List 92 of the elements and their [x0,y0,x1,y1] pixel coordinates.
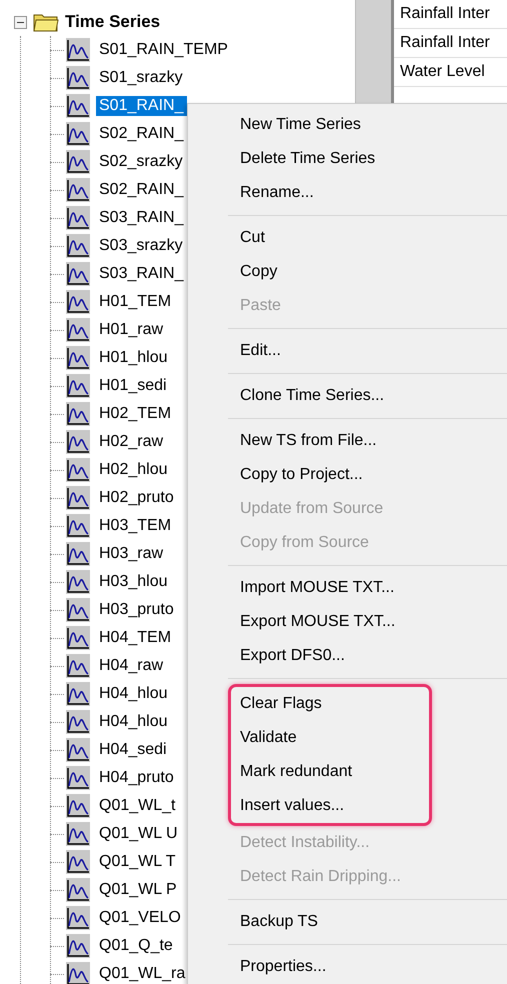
chart-icon [66,738,90,762]
menu-item[interactable]: Cut [228,221,277,255]
tree-item[interactable]: Q01_VELO [96,908,184,928]
chart-icon [66,150,90,174]
tree-item[interactable]: H03_pruto [96,600,177,620]
tree-item[interactable]: H02_pruto [96,488,177,508]
tree-item[interactable]: H03_TEM [96,516,174,536]
menu-item[interactable]: New Time Series [228,108,373,142]
tree-item[interactable]: Q01_WL U [96,824,181,844]
tree-item[interactable]: S02_RAIN_ [96,180,186,200]
menu-item[interactable]: Export MOUSE TXT... [228,605,408,639]
tree-item[interactable]: S01_RAIN_TEMP [96,40,231,60]
list-cell: Rainfall Inter [394,29,507,58]
tree-item[interactable]: H04_pruto [96,768,177,788]
chart-icon [66,878,90,902]
chart-icon [66,934,90,958]
list-cell: Rainfall Inter [394,0,507,29]
chart-icon [66,822,90,846]
tree-item[interactable]: S01_srazky [96,68,186,88]
menu-item[interactable]: New TS from File... [228,424,389,458]
chart-icon [66,458,90,482]
menu-item[interactable]: Clear Flags [231,687,334,721]
tree-root-label[interactable]: Time Series [65,12,160,32]
collapse-toggle[interactable] [14,16,27,28]
chart-icon [66,710,90,734]
menu-item[interactable]: Import MOUSE TXT... [228,571,406,605]
chart-icon [66,906,90,930]
tree-item[interactable]: S02_RAIN_ [96,124,186,144]
tree-item[interactable]: S03_RAIN_ [96,208,186,228]
chart-icon [66,66,90,90]
menu-item[interactable]: Properties... [228,950,338,984]
chart-icon [66,290,90,314]
chart-icon [66,766,90,790]
chart-icon [66,318,90,342]
menu-item[interactable]: Rename... [228,176,326,210]
tree-item[interactable]: H04_sedi [96,740,170,760]
chart-icon [66,346,90,370]
tree-item[interactable]: H01_hlou [96,348,170,368]
tree-item[interactable]: H02_raw [96,432,166,452]
menu-item[interactable]: Validate [231,721,309,755]
chart-icon [66,430,90,454]
tree-item[interactable]: H04_hlou [96,684,170,704]
chart-icon [66,94,90,118]
tree-item[interactable]: H01_TEM [96,292,174,312]
chart-icon [66,206,90,230]
tree-item[interactable]: H01_sedi [96,376,170,396]
chart-icon [66,262,90,286]
chart-icon [66,542,90,566]
menu-item[interactable]: Edit... [228,334,293,368]
chart-icon [66,962,90,984]
chart-icon [66,486,90,510]
tree-item[interactable]: S03_srazky [96,236,186,256]
menu-item[interactable]: Copy [228,255,290,289]
tree-item[interactable]: S03_RAIN_ [96,264,186,284]
menu-item[interactable]: Clone Time Series... [228,379,396,413]
chart-icon [66,38,90,62]
tree-item[interactable]: H02_TEM [96,404,174,424]
list-cell: Water Level [394,58,507,87]
tree-item[interactable]: H04_raw [96,656,166,676]
chart-icon [66,178,90,202]
menu-item[interactable]: Mark redundant [231,755,364,789]
menu-item[interactable]: Insert values... [231,789,356,823]
tree-item[interactable]: H01_raw [96,320,166,340]
menu-item[interactable]: Backup TS [228,905,330,939]
tree-item[interactable]: Q01_WL P [96,880,180,900]
folder-icon [33,12,59,32]
menu-item[interactable]: Copy to Project... [228,458,375,492]
menu-item[interactable]: Export DFS0... [228,639,357,673]
tree-item[interactable]: Q01_WL_ra [96,964,188,984]
chart-icon [66,234,90,258]
tree-item[interactable]: H02_hlou [96,460,170,480]
tree-item[interactable]: H04_hlou [96,712,170,732]
tree-item[interactable]: Q01_WL T [96,852,178,872]
tree-item[interactable]: H04_TEM [96,628,174,648]
tree-item[interactable]: Q01_WL_t [96,796,178,816]
chart-icon [66,122,90,146]
chart-icon [66,626,90,650]
tree-item[interactable]: S01_RAIN_ [96,96,186,116]
chart-icon [66,514,90,538]
chart-icon [66,682,90,706]
chart-icon [66,598,90,622]
tree-item[interactable]: H03_raw [96,544,166,564]
chart-icon [66,402,90,426]
chart-icon [66,374,90,398]
chart-icon [66,570,90,594]
menu-item[interactable]: Delete Time Series [228,142,388,176]
tree-item[interactable]: H03_hlou [96,572,170,592]
chart-icon [66,794,90,818]
tree-item[interactable]: Q01_Q_te [96,936,176,956]
chart-icon [66,850,90,874]
chart-icon [66,654,90,678]
tree-item[interactable]: S02_srazky [96,152,186,172]
